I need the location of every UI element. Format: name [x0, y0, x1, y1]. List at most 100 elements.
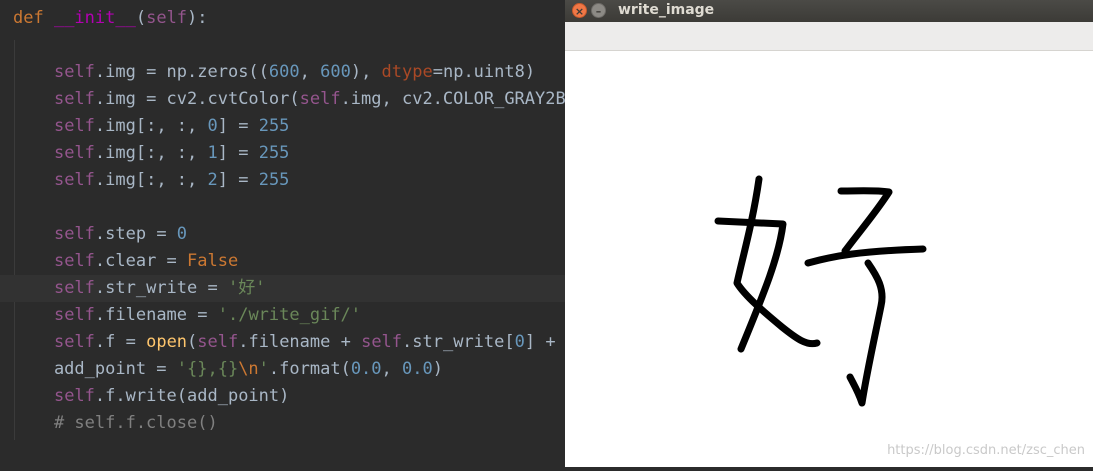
- code-token: def: [13, 8, 54, 28]
- code-token: self: [53, 143, 95, 163]
- code-token: .f =: [94, 332, 147, 352]
- code-token: self: [53, 305, 95, 325]
- code-text: # self.f.close(): [13, 410, 218, 437]
- code-token: 255: [258, 143, 290, 163]
- code-token: 600: [320, 62, 351, 82]
- code-text: self.filename = './write_gif/': [13, 302, 361, 329]
- code-token: .img = np.zeros((: [94, 62, 269, 82]
- code-text: self.f = open(self.filename + self.str_w…: [13, 329, 565, 356]
- code-token: '{},{}: [176, 359, 239, 379]
- code-text: self.str_write = '好': [13, 275, 266, 302]
- code-token: self: [53, 116, 95, 136]
- code-token: ,: [381, 359, 403, 379]
- code-token: False: [187, 251, 239, 271]
- code-token: 1: [207, 143, 218, 163]
- code-line[interactable]: [0, 194, 565, 221]
- code-token: (: [187, 332, 198, 352]
- code-token: ] +: [524, 332, 565, 352]
- stroke-3: [837, 187, 893, 255]
- code-token: ),: [350, 62, 382, 82]
- code-token: .img[:, :,: [94, 170, 208, 190]
- code-text: self.f.write(add_point): [13, 383, 289, 410]
- code-line[interactable]: # self.f.close(): [0, 410, 565, 437]
- code-token: .filename =: [94, 305, 218, 325]
- code-token: ] =: [217, 143, 259, 163]
- code-token: \n: [238, 359, 259, 379]
- code-line[interactable]: def __init__(self):: [0, 5, 565, 32]
- code-editor[interactable]: def __init__(self): self.img = np.zeros(…: [0, 0, 565, 467]
- code-token: self: [53, 224, 95, 244]
- code-token: ):: [187, 8, 208, 28]
- code-token: self: [53, 332, 95, 352]
- code-token: 0.0: [402, 359, 433, 379]
- window-title: write_image: [618, 2, 715, 18]
- code-token: self: [361, 332, 403, 352]
- code-text: add_point = '{},{}\n'.format(0.0, 0.0): [13, 356, 443, 383]
- code-line[interactable]: self.img[:, :, 1] = 255: [0, 140, 565, 167]
- code-line[interactable]: add_point = '{},{}\n'.format(0.0, 0.0): [0, 356, 565, 383]
- code-token: './write_gif/': [217, 305, 362, 325]
- watermark: https://blog.csdn.net/zsc_chen: [887, 443, 1085, 458]
- code-line[interactable]: self.img[:, :, 0] = 255: [0, 113, 565, 140]
- code-text: self.img = cv2.cvtColor(self.img, cv2.CO…: [13, 86, 565, 113]
- code-token: self: [53, 62, 95, 82]
- code-token: .str_write =: [94, 278, 228, 298]
- drawing-canvas[interactable]: [565, 51, 1093, 467]
- code-token: .str_write[: [402, 332, 515, 352]
- code-token: dtype: [381, 62, 433, 82]
- window-toolbar: [565, 22, 1093, 51]
- code-token: 255: [258, 170, 290, 190]
- code-token: self: [53, 386, 95, 406]
- code-line[interactable]: self.step = 0: [0, 221, 565, 248]
- code-token: '好': [227, 278, 266, 298]
- code-token: .img[:, :,: [94, 143, 208, 163]
- code-token: .f.write(add_point): [94, 386, 290, 406]
- code-token: self: [53, 89, 95, 109]
- stroke-5: [846, 259, 886, 407]
- code-line[interactable]: self.f.write(add_point): [0, 383, 565, 410]
- code-token: __init__: [53, 8, 136, 28]
- write-image-window: × – write_image https://blog.csdn.net/zs…: [565, 0, 1093, 467]
- code-text: self.img[:, :, 2] = 255: [13, 167, 289, 194]
- code-line[interactable]: self.img[:, :, 2] = 255: [0, 167, 565, 194]
- code-token: # self.f.close(): [13, 413, 218, 433]
- code-token: .img, cv2.COLOR_GRAY2BGR): [340, 89, 565, 109]
- code-token: .clear =: [94, 251, 188, 271]
- code-token: .img = cv2.cvtColor(: [94, 89, 300, 109]
- code-token: 0: [176, 224, 188, 244]
- code-line[interactable]: self.str_write = '好': [0, 275, 565, 302]
- code-text: self.img[:, :, 0] = 255: [13, 113, 289, 140]
- window-titlebar[interactable]: × – write_image: [565, 0, 1093, 22]
- code-line[interactable]: self.f = open(self.filename + self.str_w…: [0, 329, 565, 356]
- code-line[interactable]: self.img = np.zeros((600, 600), dtype=np…: [0, 59, 565, 86]
- minimize-icon[interactable]: –: [591, 3, 606, 18]
- code-token: .filename +: [238, 332, 362, 352]
- code-token: ): [432, 359, 443, 379]
- code-token: self: [53, 251, 95, 271]
- code-line[interactable]: self.img = cv2.cvtColor(self.img, cv2.CO…: [0, 86, 565, 113]
- code-token: .img[:, :,: [94, 116, 208, 136]
- code-line[interactable]: [0, 32, 565, 59]
- code-line[interactable]: self.clear = False: [0, 248, 565, 275]
- code-token: 0.0: [350, 359, 382, 379]
- code-token: self: [53, 170, 95, 190]
- code-text: self.step = 0: [13, 221, 187, 248]
- close-icon[interactable]: ×: [572, 3, 587, 18]
- code-token: add_point =: [13, 359, 177, 379]
- code-line[interactable]: self.filename = './write_gif/': [0, 302, 565, 329]
- handwriting-svg: [714, 175, 927, 407]
- code-token: ] =: [217, 170, 259, 190]
- code-text: self.img = np.zeros((600, 600), dtype=np…: [13, 59, 535, 86]
- code-token: =np.uint8): [432, 62, 536, 82]
- code-token: 0: [514, 332, 525, 352]
- code-token: 255: [258, 116, 290, 136]
